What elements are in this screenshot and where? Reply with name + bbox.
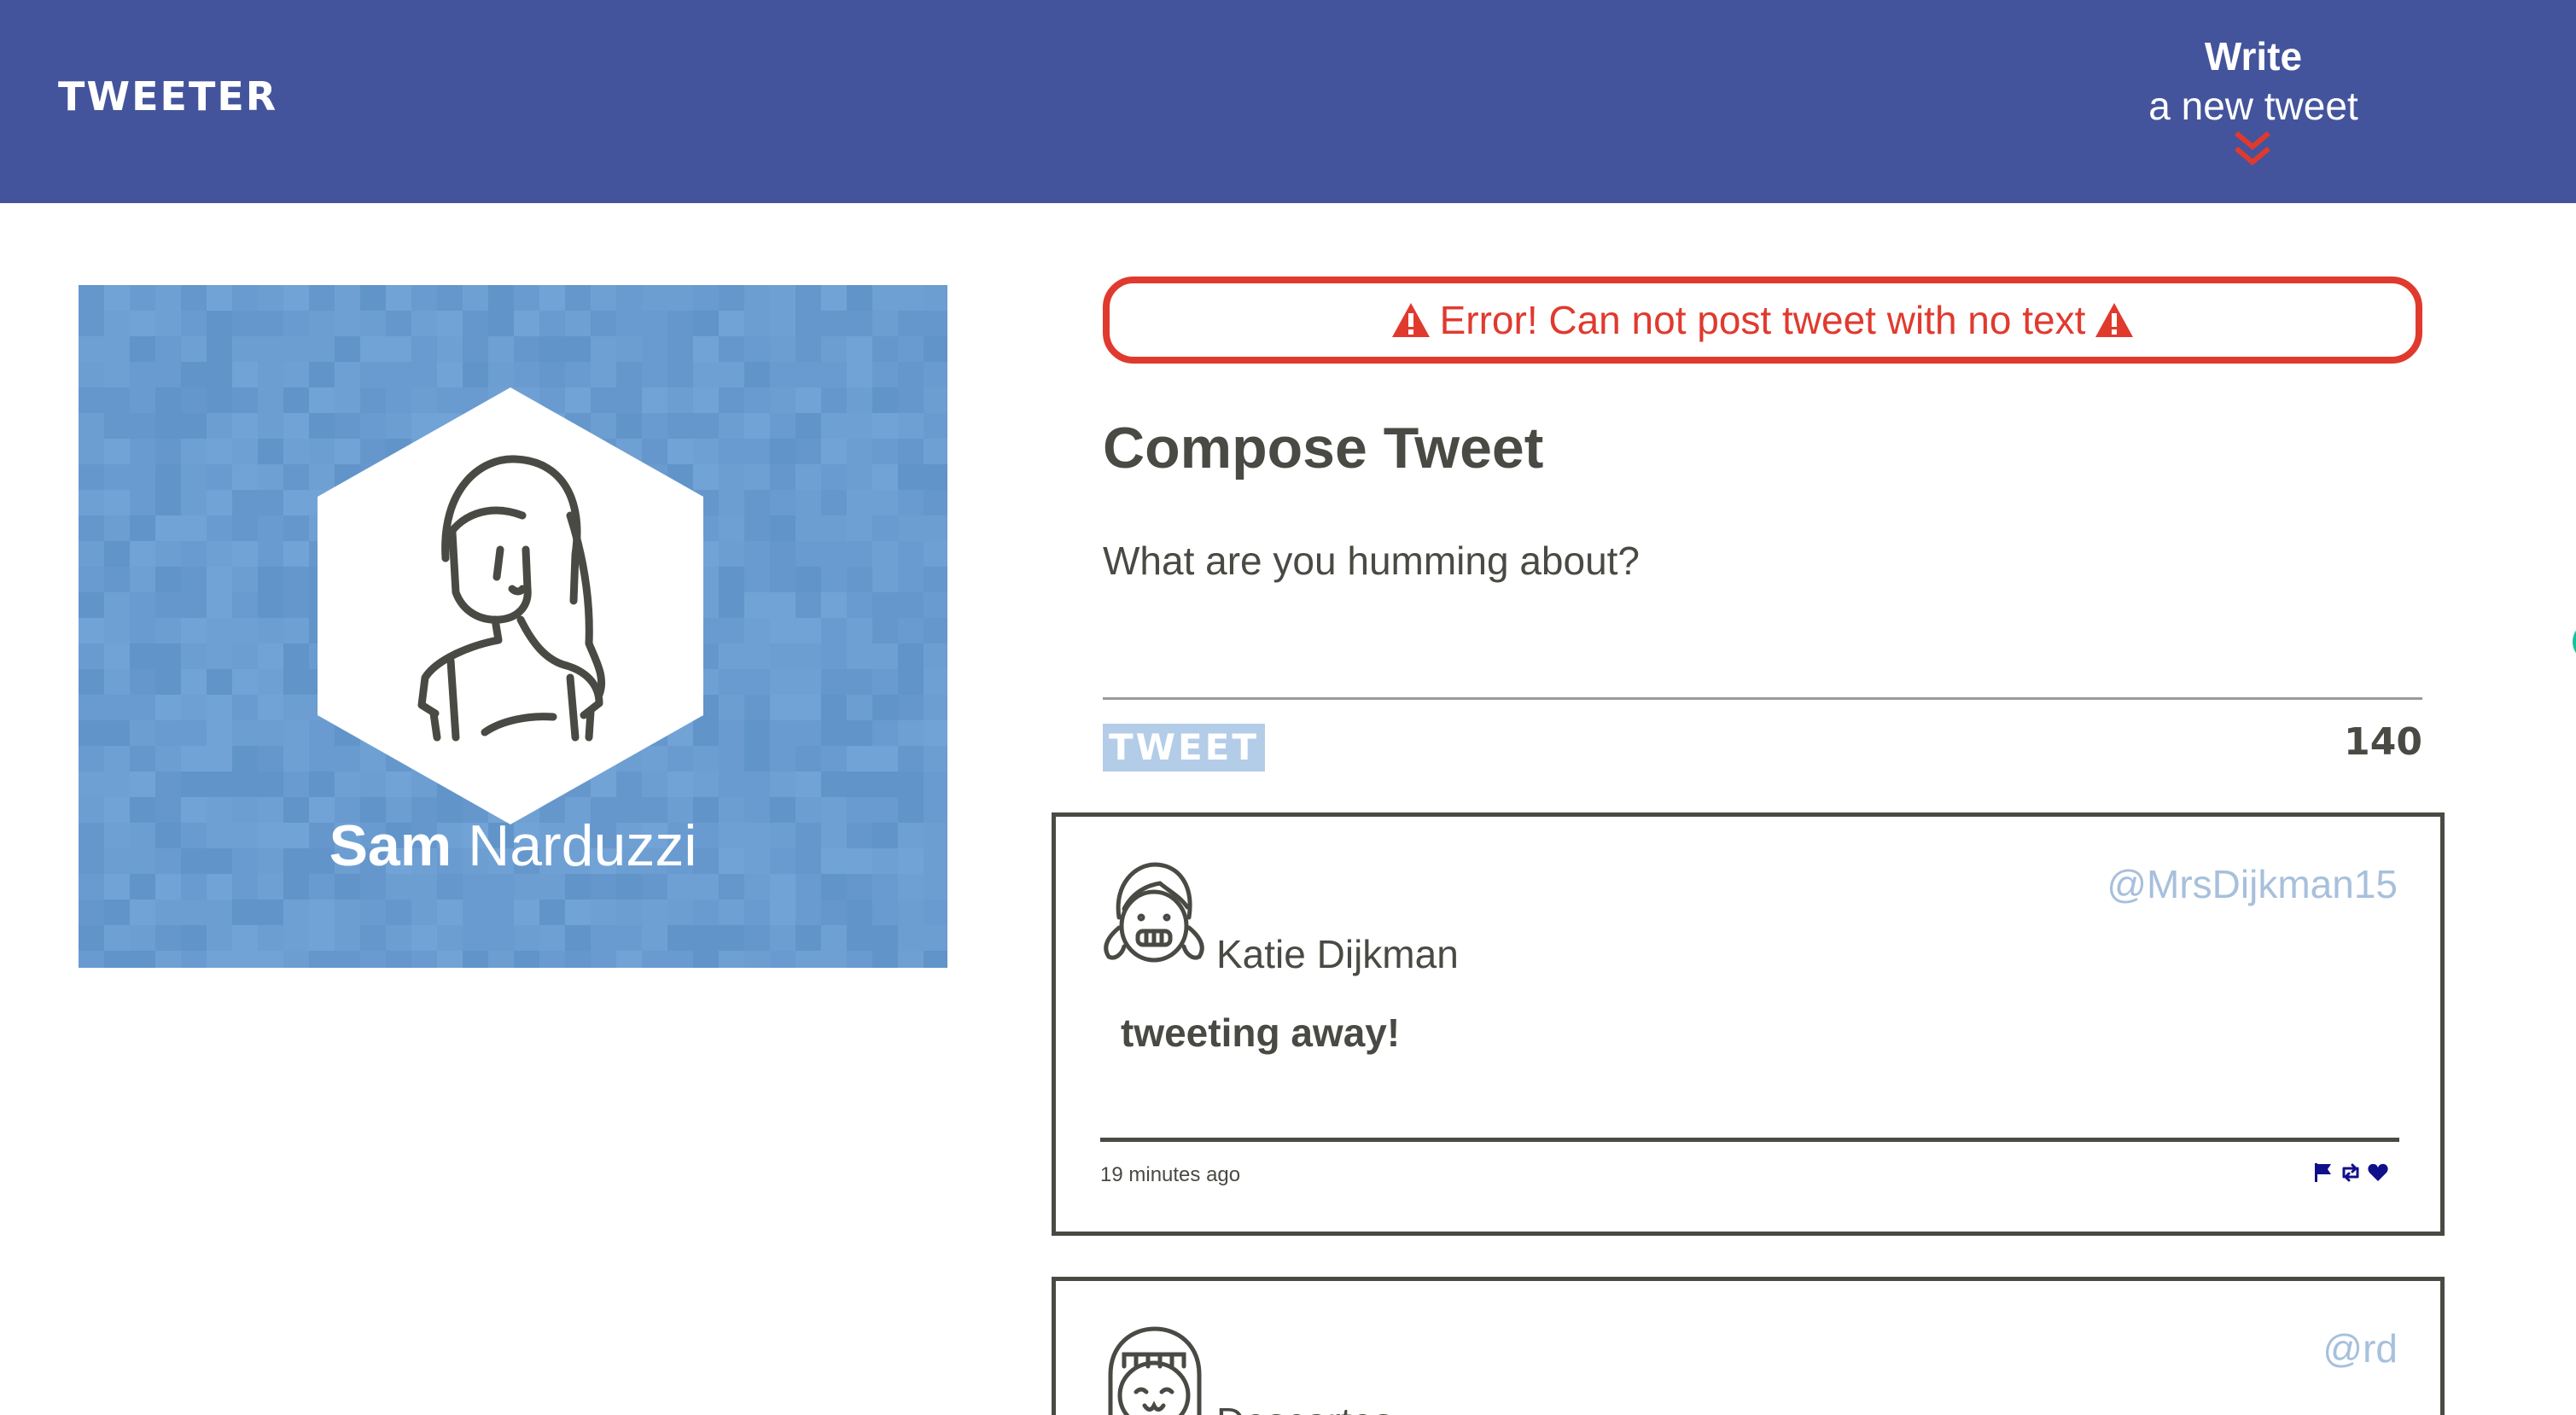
tweet-card: Katie Dijkman @MrsDijkman15 tweeting awa… xyxy=(1052,812,2445,1236)
double-chevron-down-icon[interactable] xyxy=(2231,128,2274,171)
tweet-author-handle: @rd xyxy=(2322,1326,2398,1371)
tweet-author-name: Descartes xyxy=(1216,1399,1393,1415)
user-avatar xyxy=(1104,862,1204,963)
grammarly-icon[interactable]: G xyxy=(2573,621,2576,662)
profile-avatar xyxy=(318,387,703,824)
profile-last-name: Narduzzi xyxy=(468,813,697,878)
warning-icon xyxy=(1391,303,1430,337)
profile-card: Sam Narduzzi xyxy=(79,285,947,968)
tweet-content: tweeting away! xyxy=(1121,1010,1401,1055)
user-avatar xyxy=(1108,1326,1202,1415)
heart-icon[interactable] xyxy=(2367,1162,2389,1184)
brand-logo[interactable]: TWEETER xyxy=(58,73,277,119)
error-message: Error! Can not post tweet with no text xyxy=(1439,298,2086,342)
tweet-author-handle: @MrsDijkman15 xyxy=(2107,862,2398,906)
tweet-timestamp: 19 minutes ago xyxy=(1100,1163,1241,1186)
top-nav: TWEETER Write a new tweet xyxy=(0,0,2576,203)
retweet-icon[interactable] xyxy=(2340,1162,2362,1184)
tweet-button[interactable]: TWEET xyxy=(1103,724,1265,772)
profile-first-name: Sam xyxy=(329,813,452,878)
char-counter: 140 xyxy=(2344,720,2422,764)
tweet-textarea-placeholder: What are you humming about? xyxy=(1103,539,1641,583)
tweet-actions xyxy=(2312,1162,2389,1184)
tweet-author-name: Katie Dijkman xyxy=(1216,932,1459,976)
tweet-card: Descartes @rd xyxy=(1052,1277,2445,1415)
write-new-tweet-toggle[interactable]: Write a new tweet xyxy=(2117,31,2390,130)
tweet-textarea[interactable]: What are you humming about? G xyxy=(1103,527,2576,700)
profile-name: Sam Narduzzi xyxy=(79,812,947,879)
tweet-divider xyxy=(1100,1138,2399,1142)
write-label: Write xyxy=(2204,34,2303,79)
error-banner: Error! Can not post tweet with no text xyxy=(1103,277,2422,364)
flag-icon[interactable] xyxy=(2312,1162,2334,1184)
new-tweet-label: a new tweet xyxy=(2148,84,2358,128)
compose-title: Compose Tweet xyxy=(1103,416,1544,480)
warning-icon xyxy=(2095,303,2134,337)
